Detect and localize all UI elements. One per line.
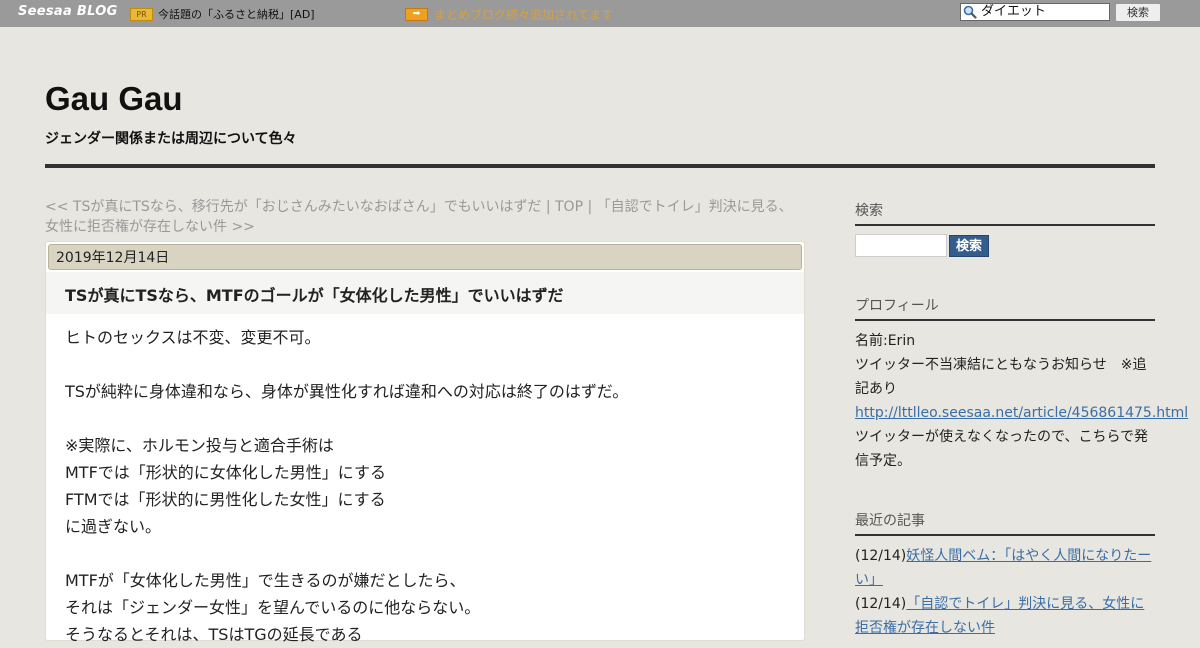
post-body-line: ヒトのセックスは不変、変更不可。	[65, 328, 321, 347]
profile-notice: ツイッター不当凍結にともなうお知らせ ※追記あり	[855, 357, 1147, 397]
post-body-line	[65, 351, 785, 378]
site-title[interactable]: Gau Gau	[45, 80, 183, 118]
pr-badge: PR	[130, 8, 153, 21]
recent-posts-list: (12/14)妖怪人間ベム：「はやく人間になりたーい」 (12/14)「自認でト…	[855, 544, 1155, 640]
post-body-line: ※実際に、ホルモン投与と適合手術は	[65, 436, 334, 455]
pr-ad-link[interactable]: 今話題の「ふるさと納税」[AD]	[158, 6, 315, 22]
profile-article-link[interactable]: http://lttlleo.seesaa.net/article/456861…	[855, 405, 1188, 421]
post-date: 2019年12月14日	[48, 244, 802, 270]
recent-post-date: (12/14)	[855, 548, 907, 564]
arrow-right-icon: ➡	[405, 8, 428, 21]
recent-post-date: (12/14)	[855, 596, 907, 612]
post-body-line: それは「ジェンダー女性」を望んでいるのに他ならない。	[65, 598, 481, 617]
post-body-line: MTFが「女体化した男性」で生きるのが嫌だとしたら、	[65, 571, 466, 590]
matome-blog-link[interactable]: まとめブログ続々追加されてます	[434, 6, 613, 23]
profile-note: ツイッターが使えなくなったので、こちらで発信予定。	[855, 429, 1149, 469]
post-title[interactable]: TSが真にTSなら、MTFのゴールが「女体化した男性」でいいはずだ	[65, 282, 563, 306]
seesaa-blog-logo[interactable]: Seesaa BLOG	[18, 4, 118, 19]
sidebar-search-input[interactable]	[855, 234, 947, 257]
breadcrumb-separator: |	[583, 199, 597, 215]
header-divider	[45, 164, 1155, 168]
top-search-button[interactable]: 検索	[1115, 3, 1161, 22]
sidebar-recent-heading: 最近の記事	[855, 510, 1155, 536]
prev-post-link[interactable]: << TSが真にTSなら、移行先が「おじさんみたいなおばさん」でもいいはずだ	[45, 199, 541, 215]
post-body-line: FTMでは「形状的に男性化した女性」にする	[65, 490, 386, 509]
breadcrumb: << TSが真にTSなら、移行先が「おじさんみたいなおばさん」でもいいはずだ |…	[45, 197, 805, 237]
top-search-input[interactable]: ダイエット	[960, 3, 1110, 21]
top-link[interactable]: TOP	[555, 199, 583, 215]
post-body-line: そうなるとそれは、TSはTGの延長である	[65, 625, 363, 644]
profile-name: 名前:Erin	[855, 333, 916, 349]
magnifier-icon	[963, 5, 977, 19]
post-body-line	[65, 405, 785, 432]
post-body-line: に過ぎない。	[65, 517, 162, 536]
breadcrumb-separator: |	[541, 199, 555, 215]
top-bar: Seesaa BLOG PR 今話題の「ふるさと納税」[AD] ➡ まとめブログ…	[0, 0, 1200, 27]
post-body-line	[65, 540, 785, 567]
sidebar-profile-heading: プロフィール	[855, 295, 1155, 321]
sidebar-search-button[interactable]: 検索	[949, 235, 989, 257]
profile-section: 名前:Erin ツイッター不当凍結にともなうお知らせ ※追記あり http://…	[855, 329, 1188, 473]
list-item: (12/14)妖怪人間ベム：「はやく人間になりたーい」	[855, 544, 1155, 592]
list-item: (12/14)「自認でトイレ」判決に見る、女性に拒否権が存在しない件	[855, 592, 1155, 640]
post-body-line: TSが純粋に身体違和なら、身体が異性化すれば違和への対応は終了のはずだ。	[65, 382, 629, 401]
site-description: ジェンダー関係または周辺について色々	[45, 131, 297, 147]
post-body-line: MTFでは「形状的に女体化した男性」にする	[65, 463, 386, 482]
sidebar-search-heading: 検索	[855, 200, 1155, 226]
post-body: ヒトのセックスは不変、変更不可。 TSが純粋に身体違和なら、身体が異性化すれば違…	[65, 324, 785, 648]
